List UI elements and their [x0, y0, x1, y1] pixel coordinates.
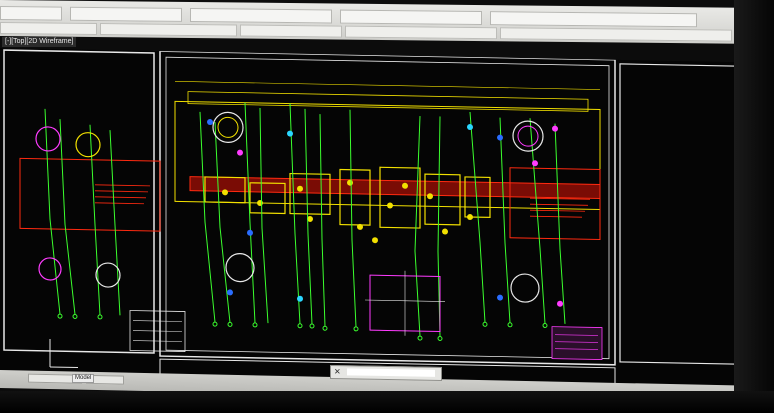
close-icon[interactable]: ✕: [334, 367, 341, 376]
right-sheet-frame: [619, 63, 740, 365]
ribbon-panel[interactable]: [190, 7, 332, 24]
left-sheet-frame: [3, 49, 155, 354]
red-section-band: [189, 176, 601, 200]
wire-terminals: [57, 313, 548, 341]
ribbon-panel[interactable]: [340, 9, 482, 26]
ribbon-panel[interactable]: [345, 25, 497, 40]
monitor-bezel-bottom: [0, 391, 774, 413]
ucs-icon-x: [50, 366, 78, 368]
dimension-line: [175, 81, 600, 90]
ribbon-panel[interactable]: [0, 22, 97, 36]
drawing-canvas[interactable]: [0, 48, 740, 393]
red-detail-block: [509, 167, 601, 241]
green-wires: [44, 102, 566, 337]
ribbon-toolbar: [0, 0, 740, 44]
model-tab[interactable]: Model: [72, 374, 95, 383]
command-input[interactable]: [347, 368, 435, 377]
cad-drawing: [3, 49, 740, 393]
viewport-controls[interactable]: [-][Top][2D Wireframe]: [2, 37, 77, 47]
right-title-block: [551, 326, 603, 360]
ribbon-panel[interactable]: [490, 11, 697, 28]
monitor-bezel-right: [734, 0, 774, 413]
command-line[interactable]: ✕: [330, 365, 442, 381]
ribbon-panel[interactable]: [0, 6, 62, 21]
ribbon-panel[interactable]: [70, 6, 182, 22]
left-red-block: [19, 157, 161, 232]
ribbon-panel[interactable]: [100, 23, 237, 37]
ribbon-panel[interactable]: [500, 27, 732, 42]
ribbon-panel[interactable]: [240, 24, 342, 38]
